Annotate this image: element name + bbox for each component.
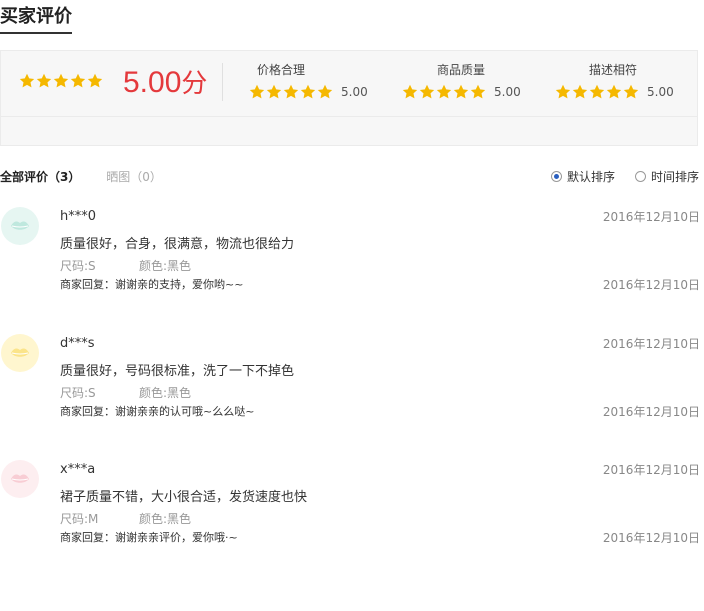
star-icon [300, 84, 316, 99]
star-icon [606, 84, 622, 99]
review-size: 尺码:M [60, 512, 99, 526]
dimension-score: 5.00 [494, 85, 521, 99]
user-avatar [1, 460, 39, 498]
review-text: 裙子质量不错，大小很合适，发货速度也快 [60, 490, 308, 505]
review-date: 2016年12月10日 [602, 210, 700, 224]
overall-stars [19, 73, 103, 89]
tab-image-reviews[interactable]: 晒图（0） [106, 170, 162, 184]
review-color: 颜色:黑色 [139, 512, 192, 526]
star-icon [317, 84, 333, 99]
sort-default-label: 默认排序 [567, 170, 616, 184]
star-icon [87, 73, 103, 88]
sort-time-option[interactable]: 时间排序 [635, 168, 699, 185]
reply-date: 2016年12月10日 [602, 405, 700, 419]
dimension-quality-rating: 5.00 [402, 84, 521, 100]
review-username: x***a [60, 462, 96, 477]
dimension-price: 价格合理 [221, 61, 341, 78]
star-icon [36, 73, 52, 88]
dimension-quality: 商品质量 [401, 61, 521, 78]
dimension-score: 5.00 [647, 85, 674, 99]
star-icon [470, 84, 486, 99]
user-avatar [1, 334, 39, 372]
lips-icon [11, 474, 29, 483]
review-color: 颜色:黑色 [139, 386, 192, 400]
dimension-stars [402, 84, 486, 100]
overall-score: 5.00分 [123, 65, 207, 102]
radio-icon[interactable] [635, 171, 646, 182]
page-title: 买家评价 [0, 6, 72, 34]
sort-default-option[interactable]: 默认排序 [551, 168, 615, 185]
star-icon [283, 84, 299, 99]
reply-date: 2016年12月10日 [602, 531, 700, 545]
star-icon [249, 84, 265, 99]
review-username: h***0 [60, 209, 97, 224]
star-icon [70, 73, 86, 88]
star-icon [53, 73, 69, 88]
summary-footer-divider [1, 116, 697, 117]
dimension-description: 描述相符 [553, 61, 673, 78]
dimension-score: 5.00 [341, 85, 368, 99]
review-size: 尺码:S [60, 386, 96, 400]
sort-time-label: 时间排序 [651, 170, 700, 184]
seller-reply: 商家回复：谢谢亲亲的认可哦~么么哒~ [60, 405, 255, 418]
dimension-label: 价格合理 [256, 63, 305, 77]
star-icon [266, 84, 282, 99]
star-icon [555, 84, 571, 99]
review-color: 颜色:黑色 [139, 259, 192, 273]
star-icon [572, 84, 588, 99]
star-icon [436, 84, 452, 99]
seller-reply: 商家回复：谢谢亲亲评价，爱你哦·~ [60, 531, 238, 544]
dimension-stars [249, 84, 333, 100]
seller-reply: 商家回复：谢谢亲的支持，爱你哟~~ [60, 278, 244, 291]
review-date: 2016年12月10日 [602, 463, 700, 477]
tab-all-count: 3 [60, 170, 69, 184]
star-icon [402, 84, 418, 99]
lips-icon [11, 348, 29, 357]
review-text: 质量很好，合身，很满意，物流也很给力 [60, 237, 295, 252]
overall-score-value: 5.00 [123, 66, 182, 99]
dimension-label: 描述相符 [588, 63, 637, 77]
star-icon [453, 84, 469, 99]
user-avatar [1, 207, 39, 245]
review-username: d***s [60, 336, 95, 351]
star-icon [589, 84, 605, 99]
review-date: 2016年12月10日 [602, 337, 700, 351]
star-icon [19, 73, 35, 88]
star-icon [419, 84, 435, 99]
reply-date: 2016年12月10日 [602, 278, 700, 292]
tab-image-label: 晒图 [106, 170, 131, 184]
review-size: 尺码:S [60, 259, 96, 273]
rating-summary: 5.00分 价格合理 5.00 商品质量 5.00 描述相符 5.00 [0, 50, 698, 146]
review-text: 质量很好，号码很标准，洗了一下不掉色 [60, 364, 295, 379]
tab-image-count: 0 [142, 170, 150, 184]
review-tabs: 全部评价（3） 晒图（0） [0, 168, 162, 185]
tab-all-reviews[interactable]: 全部评价（3） [0, 170, 80, 184]
overall-score-unit: 分 [181, 69, 208, 99]
dimension-description-rating: 5.00 [555, 84, 674, 100]
tab-all-label: 全部评价 [0, 170, 49, 184]
lips-icon [11, 221, 29, 230]
radio-selected-icon[interactable] [551, 171, 562, 182]
dimension-price-rating: 5.00 [249, 84, 368, 100]
dimension-stars [555, 84, 639, 100]
star-icon [623, 84, 639, 99]
dimension-label: 商品质量 [436, 63, 485, 77]
